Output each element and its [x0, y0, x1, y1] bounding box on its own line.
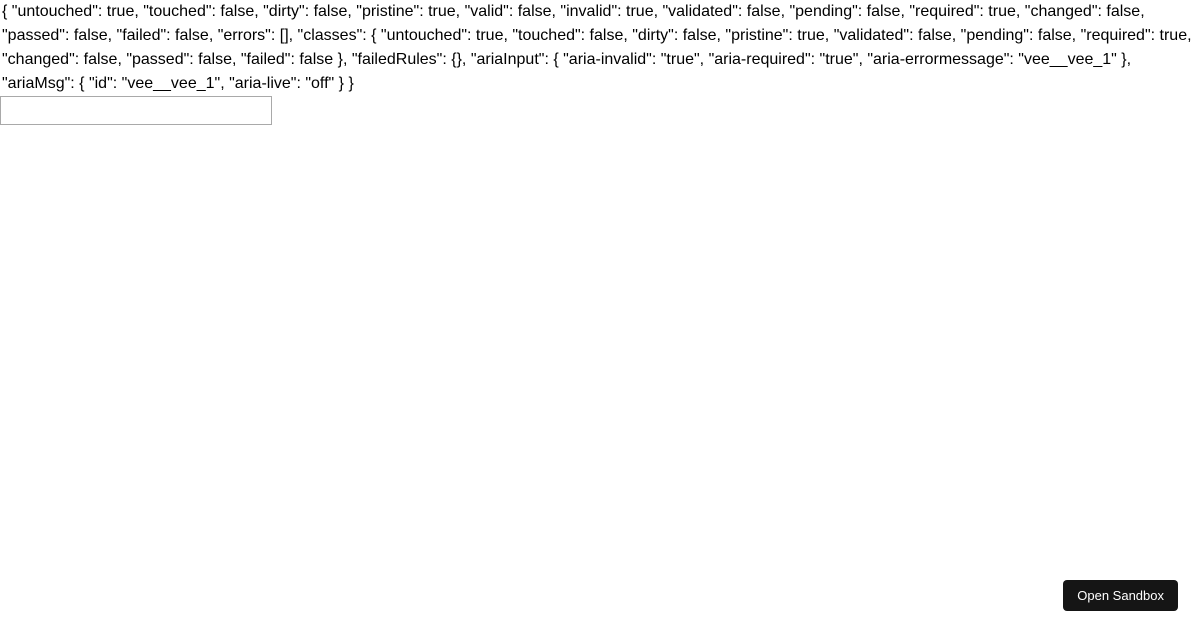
open-sandbox-button[interactable]: Open Sandbox	[1063, 580, 1178, 611]
validation-state-output: { "untouched": true, "touched": false, "…	[0, 0, 1200, 96]
form-text-input[interactable]	[0, 96, 272, 125]
main-content: { "untouched": true, "touched": false, "…	[0, 0, 1200, 125]
